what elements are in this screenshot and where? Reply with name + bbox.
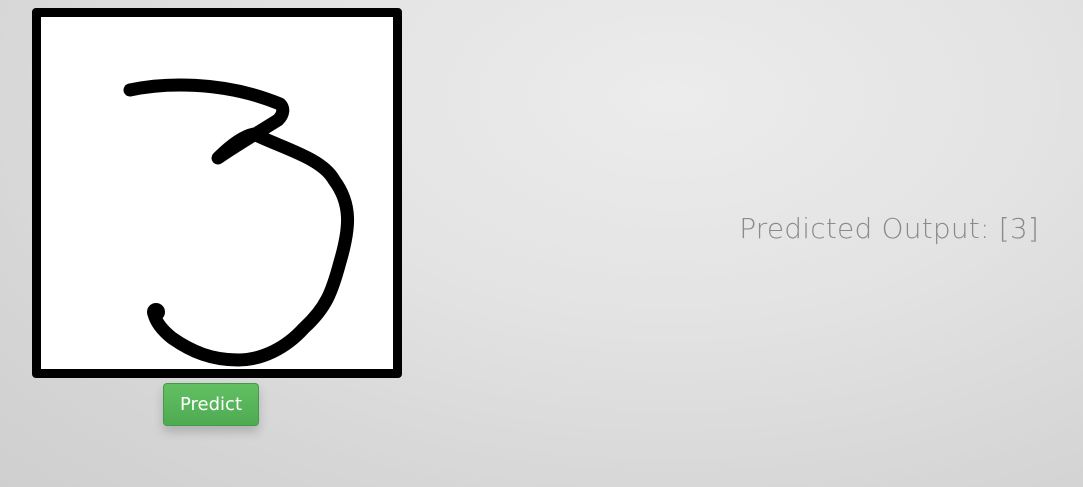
drawing-canvas[interactable] (32, 8, 402, 378)
predicted-output-label: Predicted Output: [3] (739, 212, 1039, 245)
handwritten-digit-stroke (123, 78, 354, 367)
predict-button[interactable]: Predict (163, 383, 259, 426)
